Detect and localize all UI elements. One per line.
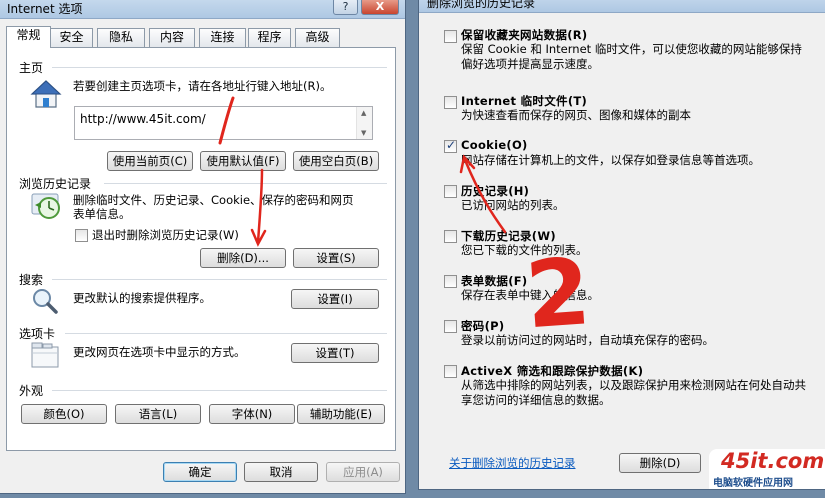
title-bar[interactable]: Internet 选项 ? X — [0, 0, 405, 19]
close-button[interactable]: X — [361, 0, 399, 15]
tab-content[interactable]: 内容 — [149, 28, 195, 47]
temp-files-desc: 为快速查看而保存的网页、图像和媒体的副本 — [461, 108, 691, 122]
section-divider — [65, 333, 387, 334]
accessibility-button[interactable]: 辅助功能(E) — [297, 404, 385, 424]
section-divider — [52, 390, 387, 391]
appearance-heading: 外观 — [19, 384, 44, 398]
site-watermark: 45it.com 电脑软硬件应用网 — [709, 449, 825, 489]
cookies-desc: 网站存储在计算机上的文件，以保存如登录信息等首选项。 — [461, 153, 760, 167]
preserve-favorites-desc: 保留 Cookie 和 Internet 临时文件，可以使您收藏的网站能够保持偏… — [461, 42, 802, 71]
use-current-button[interactable]: 使用当前页(C) — [107, 151, 193, 171]
internet-options-dialog: Internet 选项 ? X 常规 安全 隐私 内容 连接 程序 高级 主页 … — [0, 0, 406, 494]
history-label: 历史记录(H) — [461, 184, 530, 198]
search-heading: 搜索 — [19, 273, 44, 287]
tab-programs[interactable]: 程序 — [248, 28, 291, 47]
section-divider — [52, 67, 387, 68]
cancel-button[interactable]: 取消 — [244, 462, 318, 482]
tab-general[interactable]: 常规 — [6, 26, 51, 48]
delete-on-exit-label: 退出时删除浏览历史记录(W) — [92, 228, 239, 242]
languages-button[interactable]: 语言(L) — [115, 404, 201, 424]
tab-privacy[interactable]: 隐私 — [97, 28, 145, 47]
form-data-desc: 保存在表单中键入的信息。 — [461, 288, 599, 302]
colors-button[interactable]: 颜色(O) — [21, 404, 107, 424]
download-history-desc: 您已下载的文件的列表。 — [461, 243, 588, 257]
activex-filtering-desc: 从筛选中排除的网站列表，以及跟踪保护用来检测网站在何处自动共享您访问的详细信息的… — [461, 378, 806, 407]
dialog-title: Internet 选项 — [7, 2, 83, 16]
title-bar[interactable]: 删除浏览的历史记录 — [419, 0, 825, 13]
history-checkbox[interactable] — [444, 185, 457, 198]
delete-history-button[interactable]: 删除(D)... — [200, 248, 286, 268]
homepage-url-field[interactable]: http://www.45it.com/ ▲ ▼ — [74, 106, 373, 140]
fonts-button[interactable]: 字体(N) — [209, 404, 295, 424]
homepage-description: 若要创建主页选项卡，请在各地址行键入地址(R)。 — [73, 79, 332, 93]
preserve-favorites-label: 保留收藏夹网站数据(R) — [461, 28, 588, 42]
activex-filtering-checkbox[interactable] — [444, 365, 457, 378]
form-data-label: 表单数据(F) — [461, 274, 528, 288]
watermark-subtitle: 电脑软硬件应用网 — [713, 478, 793, 489]
cookies-label: Cookie(O) — [461, 138, 528, 152]
history-settings-button[interactable]: 设置(S) — [293, 248, 379, 268]
tabs-settings-button[interactable]: 设置(T) — [291, 343, 379, 363]
history-description-line1: 删除临时文件、历史记录、Cookie、保存的密码和网页 — [73, 193, 354, 207]
magnifier-icon — [33, 289, 58, 314]
apply-button[interactable]: 应用(A) — [326, 462, 400, 482]
homepage-heading: 主页 — [19, 61, 44, 75]
temp-files-label: Internet 临时文件(T) — [461, 94, 588, 108]
activex-filtering-label: ActiveX 筛选和跟踪保护数据(K) — [461, 364, 644, 378]
tabs-heading: 选项卡 — [19, 327, 56, 341]
tabs-description: 更改网页在选项卡中显示的方式。 — [73, 345, 246, 359]
section-divider — [52, 279, 387, 280]
use-default-button[interactable]: 使用默认值(F) — [200, 151, 286, 171]
help-button[interactable]: ? — [333, 0, 358, 15]
download-history-label: 下载历史记录(W) — [461, 229, 556, 243]
section-divider — [104, 183, 387, 184]
temp-files-checkbox[interactable] — [444, 96, 457, 109]
url-scrollbar[interactable]: ▲ ▼ — [356, 107, 372, 139]
delete-button[interactable]: 删除(D) — [619, 453, 701, 473]
watermark-logo: 45it.com — [721, 449, 825, 473]
search-description: 更改默认的搜索提供程序。 — [73, 291, 211, 305]
passwords-checkbox[interactable] — [444, 320, 457, 333]
ok-button[interactable]: 确定 — [163, 462, 237, 482]
history-heading: 浏览历史记录 — [19, 177, 92, 191]
download-history-checkbox[interactable] — [444, 230, 457, 243]
tab-advanced[interactable]: 高级 — [295, 28, 340, 47]
delete-on-exit-checkbox[interactable] — [75, 229, 88, 242]
tabs-window-icon — [31, 342, 59, 368]
use-blank-button[interactable]: 使用空白页(B) — [293, 151, 379, 171]
passwords-label: 密码(P) — [461, 319, 505, 333]
tab-security[interactable]: 安全 — [50, 28, 93, 47]
house-icon — [30, 80, 62, 108]
dialog-title: 删除浏览的历史记录 — [427, 0, 536, 10]
about-deleting-history-link[interactable]: 关于删除浏览的历史记录 — [449, 455, 576, 471]
search-settings-button[interactable]: 设置(I) — [291, 289, 379, 309]
delete-history-dialog: 删除浏览的历史记录 保留收藏夹网站数据(R) 保留 Cookie 和 Inter… — [418, 0, 825, 490]
general-tab-panel: 主页 若要创建主页选项卡，请在各地址行键入地址(R)。 http://www.4… — [6, 47, 396, 451]
history-description-line2: 表单信息。 — [73, 207, 131, 221]
preserve-favorites-checkbox[interactable] — [444, 30, 457, 43]
cookies-checkbox[interactable] — [444, 138, 457, 153]
passwords-desc: 登录以前访问过的网站时，自动填充保存的密码。 — [461, 333, 714, 347]
tab-connections[interactable]: 连接 — [199, 28, 246, 47]
form-data-checkbox[interactable] — [444, 275, 457, 288]
history-clock-icon — [31, 193, 60, 219]
history-desc: 已访问网站的列表。 — [461, 198, 565, 212]
homepage-url-value: http://www.45it.com/ — [80, 112, 206, 126]
